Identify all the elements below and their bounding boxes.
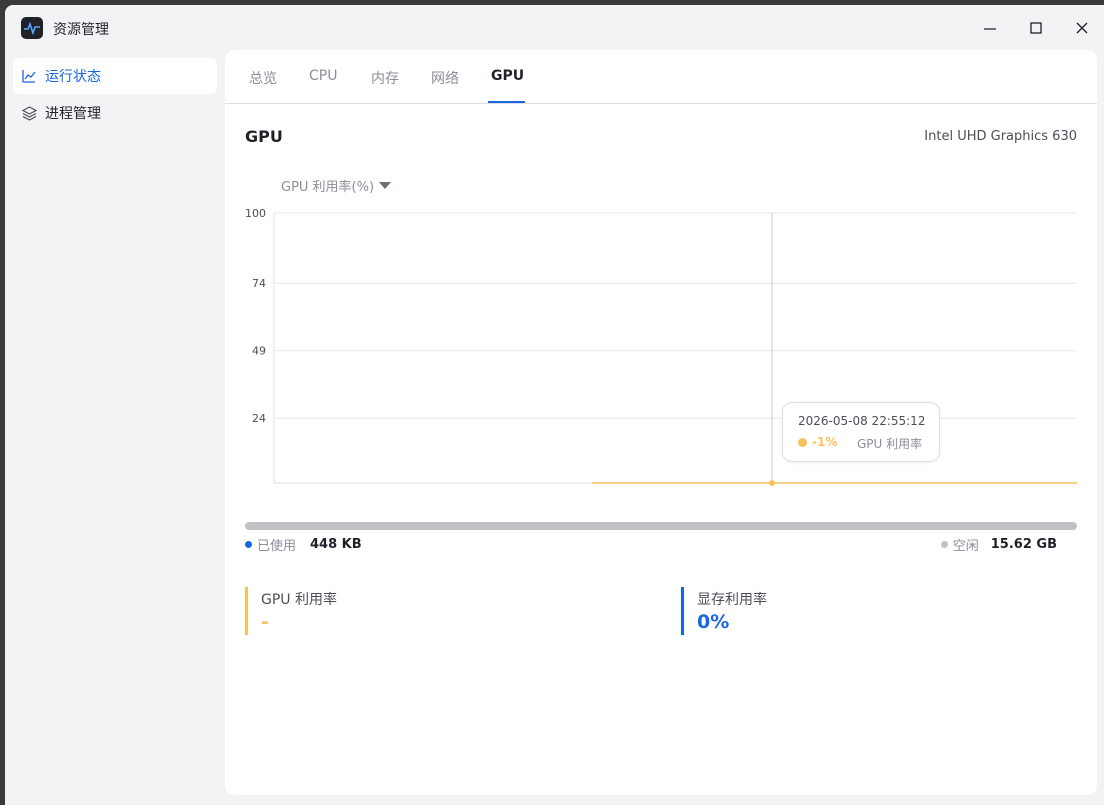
sidebar-item-label: 运行状态 xyxy=(45,69,101,85)
memory-used-legend: 已使用 448 KB xyxy=(245,535,362,554)
tab-network[interactable]: 网络 xyxy=(431,68,459,88)
sidebar-item-processes[interactable]: 进程管理 xyxy=(13,95,217,131)
tooltip-series-dot xyxy=(798,438,807,447)
maximize-button[interactable] xyxy=(1021,15,1051,41)
used-value: 448 KB xyxy=(310,537,362,552)
free-dot-icon xyxy=(940,541,948,548)
minimize-icon xyxy=(984,28,996,30)
tooltip-series-name: GPU 利用率 xyxy=(857,437,923,451)
chart-tooltip: 2026-05-08 22:55:12 -1% GPU 利用率 xyxy=(782,402,940,462)
stat-value: - xyxy=(261,611,269,633)
layers-icon xyxy=(21,105,37,121)
tab-cpu[interactable]: CPU xyxy=(309,68,337,84)
close-icon xyxy=(1076,22,1088,34)
line-chart-icon xyxy=(21,68,37,84)
y-tick-label: 100 xyxy=(245,207,266,220)
tab-memory[interactable]: 内存 xyxy=(371,68,399,88)
tooltip-value: -1% xyxy=(812,435,838,449)
main-panel: 总览 CPU 内存 网络 GPU GPU Intel UHD Graphics … xyxy=(225,50,1097,795)
title-bar: 资源管理 xyxy=(5,5,1104,50)
stat-label: 显存利用率 xyxy=(697,592,767,608)
gpu-model-name: Intel UHD Graphics 630 xyxy=(924,129,1077,144)
free-value: 15.62 GB xyxy=(990,537,1057,552)
tab-gpu[interactable]: GPU xyxy=(491,68,524,84)
caret-down-icon xyxy=(379,182,392,189)
minimize-button[interactable] xyxy=(975,15,1005,41)
gpu-utilization-stat: GPU 利用率 - xyxy=(245,587,337,635)
app-title: 资源管理 xyxy=(53,22,109,38)
stat-label: GPU 利用率 xyxy=(261,592,337,608)
memory-free-legend: 空闲 15.62 GB xyxy=(940,535,1057,554)
y-tick-label: 74 xyxy=(252,277,266,290)
app-logo-icon xyxy=(21,17,43,39)
used-dot-icon xyxy=(245,541,252,548)
sidebar-item-status[interactable]: 运行状态 xyxy=(13,58,217,94)
close-button[interactable] xyxy=(1067,15,1097,41)
gpu-usage-chart: 100 74 49 24 xyxy=(245,207,1077,486)
metric-dropdown-label: GPU 利用率(%) xyxy=(281,180,375,195)
tooltip-time: 2026-05-08 22:55:12 xyxy=(798,414,926,428)
metric-dropdown[interactable]: GPU 利用率(%) xyxy=(281,176,392,195)
resource-manager-window: 资源管理 运行状态 进程管理 总览 CPU 内存 网络 GPU GPU Inte… xyxy=(5,5,1104,805)
section-title: GPU xyxy=(245,127,283,146)
stat-value: 0% xyxy=(697,611,730,633)
memory-usage-bar xyxy=(245,522,1077,530)
vram-utilization-stat: 显存利用率 0% xyxy=(681,587,767,635)
y-tick-label: 24 xyxy=(252,412,266,425)
free-label: 空闲 xyxy=(952,539,979,554)
used-label: 已使用 xyxy=(257,539,297,554)
tab-bar: 总览 CPU 内存 网络 GPU xyxy=(225,50,1097,104)
sidebar: 运行状态 进程管理 xyxy=(13,58,217,132)
y-tick-label: 49 xyxy=(252,345,266,358)
active-tab-indicator xyxy=(488,101,525,103)
maximize-icon xyxy=(1030,22,1042,34)
gpu-usage-hover-point xyxy=(769,480,775,486)
tab-overview[interactable]: 总览 xyxy=(249,68,277,88)
sidebar-item-label: 进程管理 xyxy=(45,106,101,122)
